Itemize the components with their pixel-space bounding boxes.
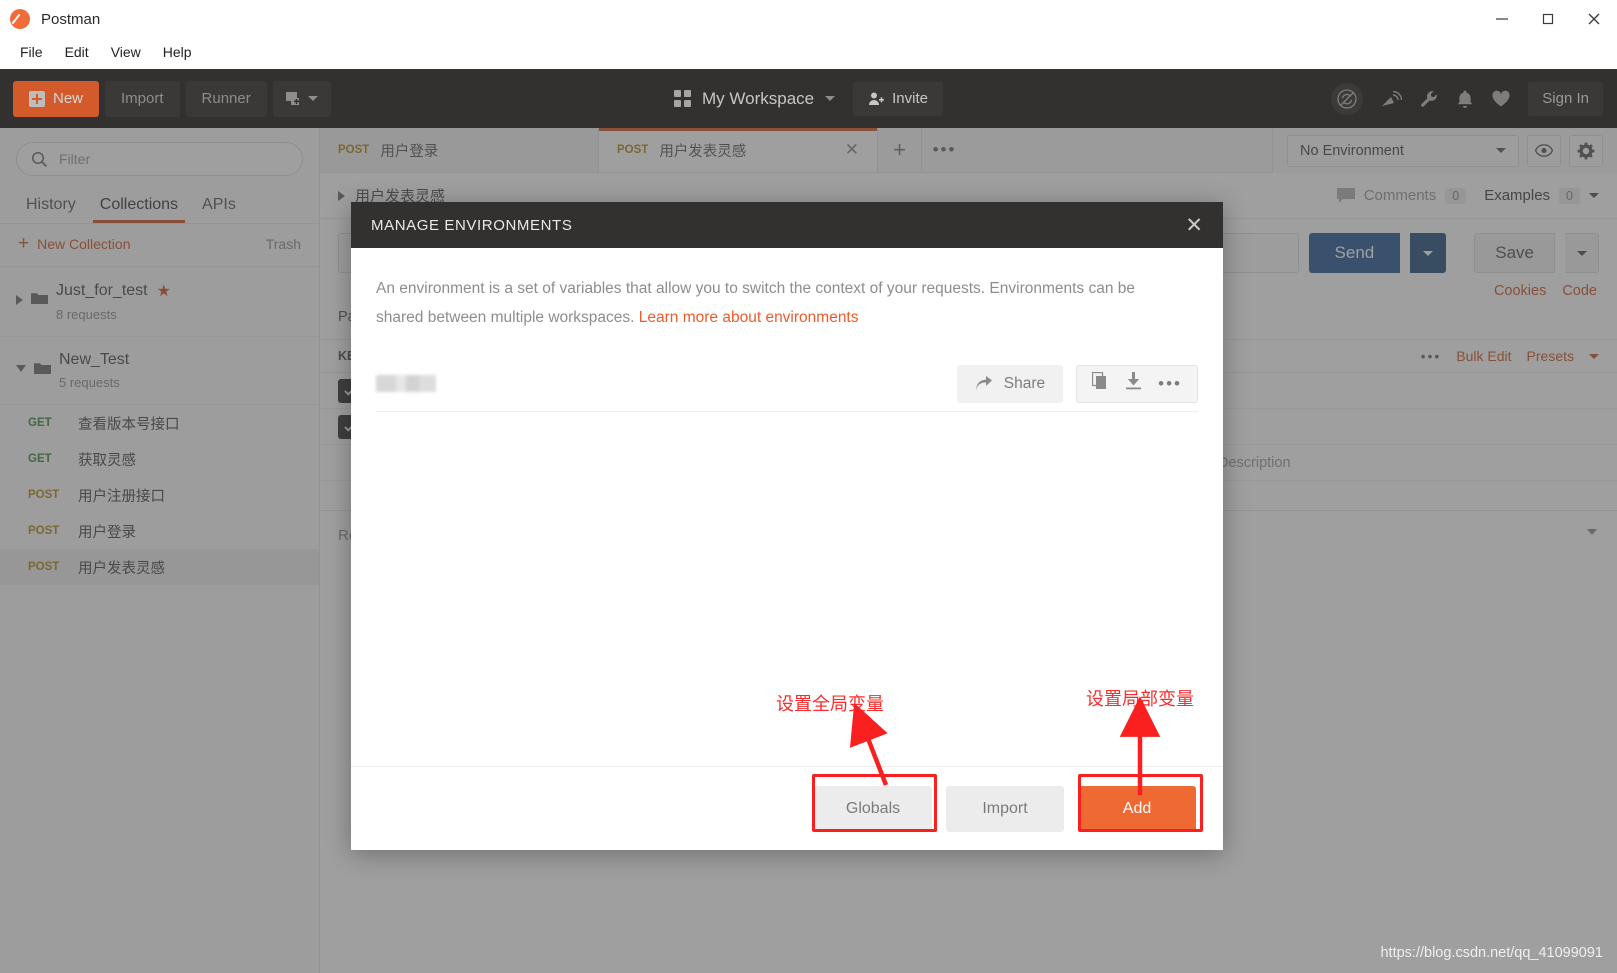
new-button-label: New (53, 90, 84, 107)
window-controls (1479, 0, 1617, 38)
runner-button[interactable]: Runner (185, 80, 267, 117)
environment-item-icon-group: ••• (1076, 364, 1198, 403)
copy-icon[interactable] (1091, 371, 1109, 395)
workspace-selector[interactable]: My Workspace (674, 88, 836, 109)
share-label: Share (1003, 374, 1046, 392)
app-toolbar: New Import Runner My Workspace Invite Si… (0, 69, 1617, 128)
annotation-add-label: 设置局部变量 (1086, 689, 1194, 710)
close-icon[interactable] (1571, 0, 1617, 38)
wrench-icon[interactable] (1419, 89, 1439, 109)
environment-list: Share ••• (376, 362, 1198, 412)
sign-in-button[interactable]: Sign In (1528, 81, 1603, 116)
annotation-add-text: 设置局部变量 (1086, 685, 1194, 711)
toolbar-left-group: New Import Runner (0, 80, 331, 117)
new-tab-button[interactable] (272, 80, 331, 117)
workspace-label: My Workspace (702, 88, 815, 108)
ellipsis-icon[interactable]: ••• (1158, 375, 1182, 392)
manage-environments-modal: MANAGE ENVIRONMENTS ✕ An environment is … (351, 202, 1223, 850)
highlight-box-globals (812, 774, 937, 832)
window-title: Postman (41, 10, 101, 28)
chevron-down-icon (825, 96, 836, 101)
toolbar-right-group: Sign In (1331, 81, 1617, 116)
share-icon (975, 375, 992, 390)
bell-icon[interactable] (1456, 89, 1474, 109)
invite-button[interactable]: Invite (853, 81, 943, 116)
satellite-icon[interactable] (1380, 89, 1403, 109)
chevron-down-icon (307, 96, 318, 101)
plus-icon (29, 90, 45, 107)
annotation-globals-label: 设置全局变量 (776, 694, 884, 715)
heart-icon[interactable] (1491, 90, 1511, 108)
modal-description: An environment is a set of variables tha… (376, 274, 1186, 332)
environment-list-item[interactable]: Share ••• (376, 362, 1198, 412)
close-icon[interactable]: ✕ (1185, 215, 1203, 236)
sync-off-icon[interactable] (1331, 82, 1364, 115)
import-button[interactable]: Import (105, 80, 180, 117)
modal-body: An environment is a set of variables tha… (351, 248, 1223, 412)
modal-header: MANAGE ENVIRONMENTS ✕ (351, 202, 1223, 248)
new-tab-icon (285, 91, 301, 106)
maximize-icon[interactable] (1525, 0, 1571, 38)
environment-item-actions: Share ••• (956, 364, 1198, 403)
minimize-icon[interactable] (1479, 0, 1525, 38)
environment-name-redacted (376, 375, 436, 392)
download-icon[interactable] (1125, 372, 1142, 395)
share-button[interactable]: Share (956, 364, 1064, 403)
annotation-globals-text: 设置全局变量 (776, 690, 884, 716)
person-add-icon (869, 92, 885, 105)
postman-logo-icon (10, 9, 30, 29)
invite-label: Invite (892, 90, 928, 107)
menu-item-help[interactable]: Help (152, 41, 203, 63)
learn-more-link[interactable]: Learn more about environments (639, 309, 859, 326)
modal-title: MANAGE ENVIRONMENTS (371, 216, 573, 234)
watermark: https://blog.csdn.net/qq_41099091 (1380, 945, 1603, 961)
title-bar: Postman (0, 0, 1617, 38)
grid-icon (674, 90, 692, 107)
menu-item-file[interactable]: File (9, 41, 54, 63)
highlight-box-add (1078, 774, 1203, 832)
new-button[interactable]: New (13, 80, 100, 117)
import-button[interactable]: Import (946, 785, 1064, 832)
menu-bar: File Edit View Help (0, 38, 1617, 66)
menu-item-view[interactable]: View (100, 41, 152, 63)
menu-item-edit[interactable]: Edit (54, 41, 100, 63)
postman-app-window: Postman File Edit View Help New Import R… (0, 0, 1617, 973)
